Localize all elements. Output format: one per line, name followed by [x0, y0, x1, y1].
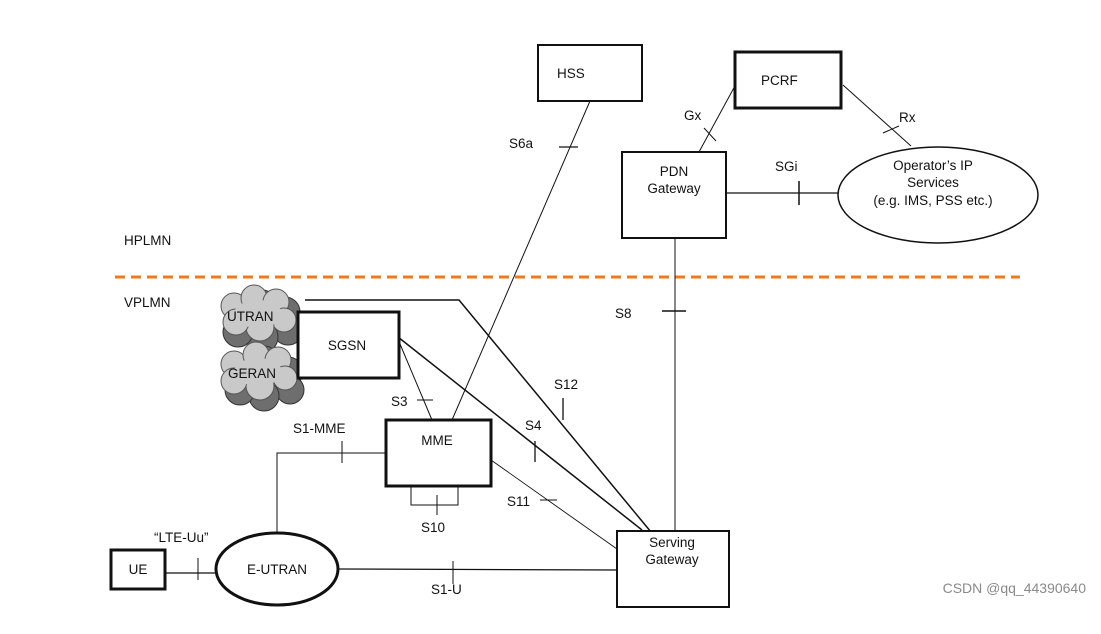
e-utran-label: E-UTRAN	[247, 562, 307, 577]
hss-node: HSS	[537, 44, 643, 102]
operator-ip-label-2: Services	[907, 175, 959, 190]
geran-label: GERAN	[228, 366, 276, 381]
mme-node: MME	[384, 418, 493, 488]
s8-label: S8	[615, 306, 632, 321]
operator-ip-label-3: (e.g. IMS, PSS etc.)	[873, 193, 992, 208]
s1-u-link	[338, 568, 618, 571]
pdn-gateway-node: PDN Gateway	[621, 151, 727, 239]
s4-label: S4	[525, 418, 542, 433]
s6a-label: S6a	[509, 136, 534, 151]
region-vplmn-label: VPLMN	[124, 295, 171, 310]
mme-label: MME	[421, 433, 453, 448]
geran-cloud: GERAN	[220, 341, 305, 412]
serving-gateway-label-2: Gateway	[645, 552, 699, 567]
sgsn-node: SGSN	[296, 310, 401, 380]
e-utran-node: E-UTRAN	[214, 531, 340, 607]
sgi-label: SGi	[775, 159, 798, 174]
serving-gateway-label-1: Serving	[649, 535, 695, 550]
lte-uu-label: “LTE-Uu”	[154, 530, 209, 545]
s1-mme-link	[276, 452, 385, 533]
s3-label: S3	[391, 394, 408, 409]
rx-label: Rx	[899, 110, 916, 125]
eps-architecture-diagram: HPLMN VPLMN S6a Gx Rx SGi S8 S12 S4 S3 S…	[109, 44, 1087, 608]
sgsn-label: SGSN	[328, 338, 366, 353]
utran-cloud: UTRAN	[220, 284, 304, 354]
serving-gateway-node: Serving Gateway	[616, 530, 730, 608]
s10-loop	[410, 486, 459, 506]
pcrf-node: PCRF	[733, 50, 843, 110]
utran-label: UTRAN	[227, 309, 274, 324]
s1-mme-label: S1-MME	[293, 421, 346, 436]
pcrf-label: PCRF	[761, 73, 798, 88]
watermark: CSDN @qq_44390640	[943, 580, 1087, 596]
ue-label: UE	[129, 562, 148, 577]
pdn-gateway-label-2: Gateway	[647, 181, 701, 196]
s11-label: S11	[507, 494, 530, 509]
hss-label: HSS	[557, 66, 585, 81]
operator-ip-label-1: Operator’s IP	[893, 158, 973, 173]
region-hplmn-label: HPLMN	[124, 233, 171, 248]
ue-node: UE	[109, 548, 167, 591]
s10-label: S10	[421, 520, 445, 535]
gx-label: Gx	[684, 108, 702, 123]
pdn-gateway-label-1: PDN	[660, 164, 689, 179]
rx-tick	[882, 125, 900, 134]
operator-ip-services-node: Operator’s IP Services (e.g. IMS, PSS et…	[837, 146, 1039, 244]
gx-link	[698, 83, 737, 153]
s12-label: S12	[554, 377, 578, 392]
s1-u-label: S1-U	[431, 582, 462, 597]
